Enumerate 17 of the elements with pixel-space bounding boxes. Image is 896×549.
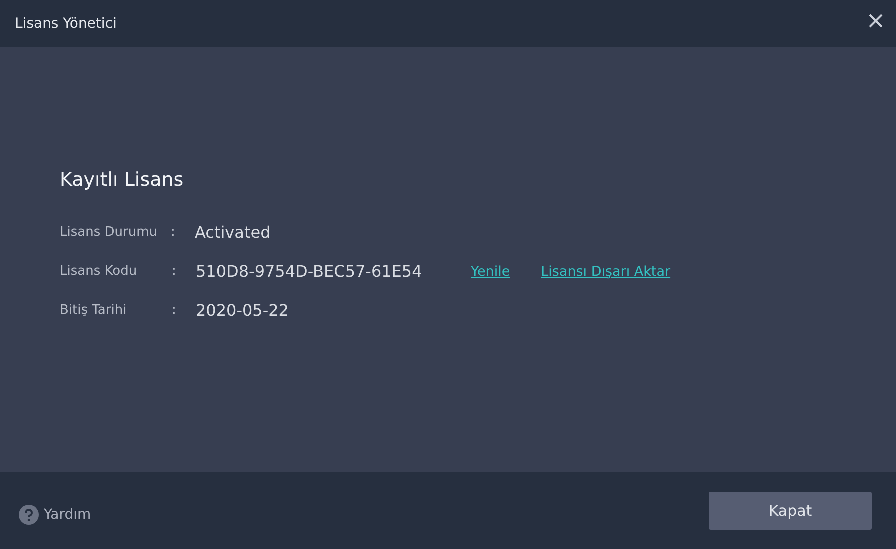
close-button[interactable]: Kapat xyxy=(709,492,872,530)
link[interactable]: Yenile xyxy=(471,264,510,280)
colon: : xyxy=(172,303,178,318)
colon: : xyxy=(171,225,176,240)
section-title: Kayıtlı Lisans xyxy=(60,169,185,191)
colon: : xyxy=(172,264,178,279)
field-value: Activated xyxy=(195,223,272,242)
help-link[interactable]: Yardım xyxy=(44,506,92,522)
field-label: Lisans Durumu xyxy=(60,225,158,240)
help-icon[interactable] xyxy=(19,504,39,524)
window-title: Lisans Yönetici xyxy=(15,16,117,32)
field-value: 510D8-9754D-BEC57-61E54 xyxy=(196,262,424,281)
close-icon[interactable] xyxy=(868,12,884,28)
link[interactable]: Lisansı Dışarı Aktar xyxy=(541,264,671,280)
field-value: 2020-05-22 xyxy=(196,301,290,320)
field-label: Lisans Kodu xyxy=(60,264,138,279)
field-label: Bitiş Tarihi xyxy=(60,303,128,318)
